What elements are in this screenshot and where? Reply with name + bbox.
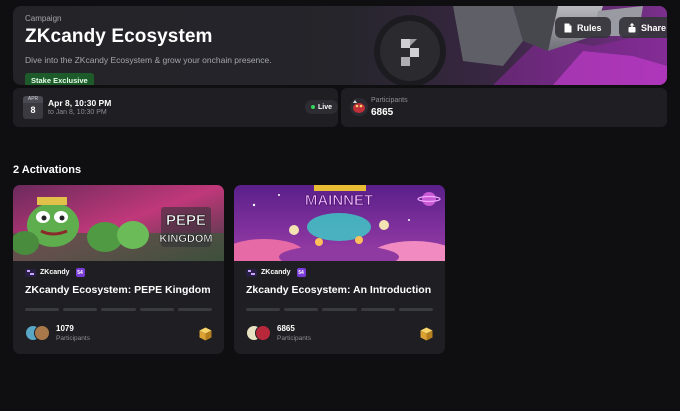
share-button[interactable]: Share — [619, 17, 667, 38]
cube-reward-icon — [420, 327, 433, 341]
pepe-banner-line-2: KINGDOM — [159, 233, 212, 245]
live-dot-icon — [311, 105, 315, 109]
share-icon — [628, 22, 636, 32]
schedule-card: APR 8 Apr 8, 10:30 PM to Jan 8, 10:30 PM… — [13, 88, 339, 127]
live-status-badge: Live — [305, 100, 339, 114]
avatar — [34, 325, 50, 341]
progress-segment — [63, 308, 98, 311]
progress-segment — [177, 308, 213, 311]
start-date: Apr 8, 10:30 PM — [48, 98, 112, 108]
share-label: Share — [641, 22, 667, 33]
activation-title: Zkcandy Ecosystem: An Introduction — [246, 284, 432, 296]
mainnet-banner-text: MAINNET — [305, 192, 373, 209]
participant-avatars — [25, 325, 51, 343]
pepe-banner-line-1: PEPE — [166, 212, 206, 229]
campaign-hero: Campaign ZKcandy Ecosystem Dive into the… — [13, 6, 667, 85]
activation-participant-count: 6865 — [277, 324, 295, 333]
cube-reward-icon — [199, 327, 212, 341]
brand-row: ZKcandy 54 — [246, 268, 306, 277]
stake-exclusive-badge: Stake Exclusive — [25, 73, 94, 85]
progress-bar — [25, 308, 213, 311]
end-date: to Jan 8, 10:30 PM — [48, 109, 107, 116]
calendar-icon: APR 8 — [23, 96, 43, 119]
live-status-label: Live — [318, 103, 333, 111]
activations-heading: 2 Activations — [13, 164, 82, 176]
progress-segment — [246, 308, 281, 311]
zkcandy-logo-icon — [25, 268, 36, 277]
rules-label: Rules — [577, 22, 602, 33]
activation-card-introduction[interactable]: MAINNET ZKcandy 54 Zkcandy Ecosystem: An… — [234, 185, 445, 354]
campaign-eyebrow: Campaign — [25, 14, 62, 23]
progress-segment — [25, 308, 60, 311]
progress-segment — [284, 308, 319, 311]
campaign-title: ZKcandy Ecosystem — [25, 26, 213, 47]
calendar-day: 8 — [30, 105, 36, 115]
brand-row: ZKcandy 54 — [25, 268, 85, 277]
brand-badge: 54 — [296, 268, 306, 277]
avatar — [255, 325, 271, 341]
participant-avatar — [350, 98, 368, 116]
activation-participant-count: 1079 — [56, 324, 74, 333]
progress-segment — [101, 308, 136, 311]
brand-name: ZKcandy — [261, 269, 291, 276]
participants-card: Participants 6865 — [341, 88, 667, 127]
rules-button[interactable]: Rules — [555, 17, 611, 38]
activation-title: ZKcandy Ecosystem: PEPE Kingdom — [25, 284, 211, 296]
activation-participant-label: Participants — [277, 335, 311, 342]
progress-segment — [360, 308, 395, 311]
campaign-subtitle: Dive into the ZKcandy Ecosystem & grow y… — [25, 55, 272, 65]
progress-segment — [322, 308, 357, 311]
activation-card-pepe-kingdom[interactable]: PEPE KINGDOM ZKcandy 54 ZKcandy Ecosyste… — [13, 185, 224, 354]
brand-name: ZKcandy — [40, 269, 70, 276]
progress-segment — [139, 308, 174, 311]
pepe-kingdom-banner-image: PEPE KINGDOM — [13, 185, 224, 261]
activation-participant-label: Participants — [56, 335, 90, 342]
progress-bar — [246, 308, 434, 311]
mainnet-banner-image: MAINNET — [234, 185, 445, 261]
participants-label: Participants — [371, 97, 408, 104]
document-icon — [564, 23, 572, 32]
zkcandy-logo-icon — [246, 268, 257, 277]
participants-count: 6865 — [371, 107, 394, 118]
brand-badge: 54 — [75, 268, 85, 277]
calendar-month: APR — [23, 96, 43, 103]
participant-avatars — [246, 325, 272, 343]
progress-segment — [398, 308, 434, 311]
hero-banner-art — [343, 6, 667, 85]
